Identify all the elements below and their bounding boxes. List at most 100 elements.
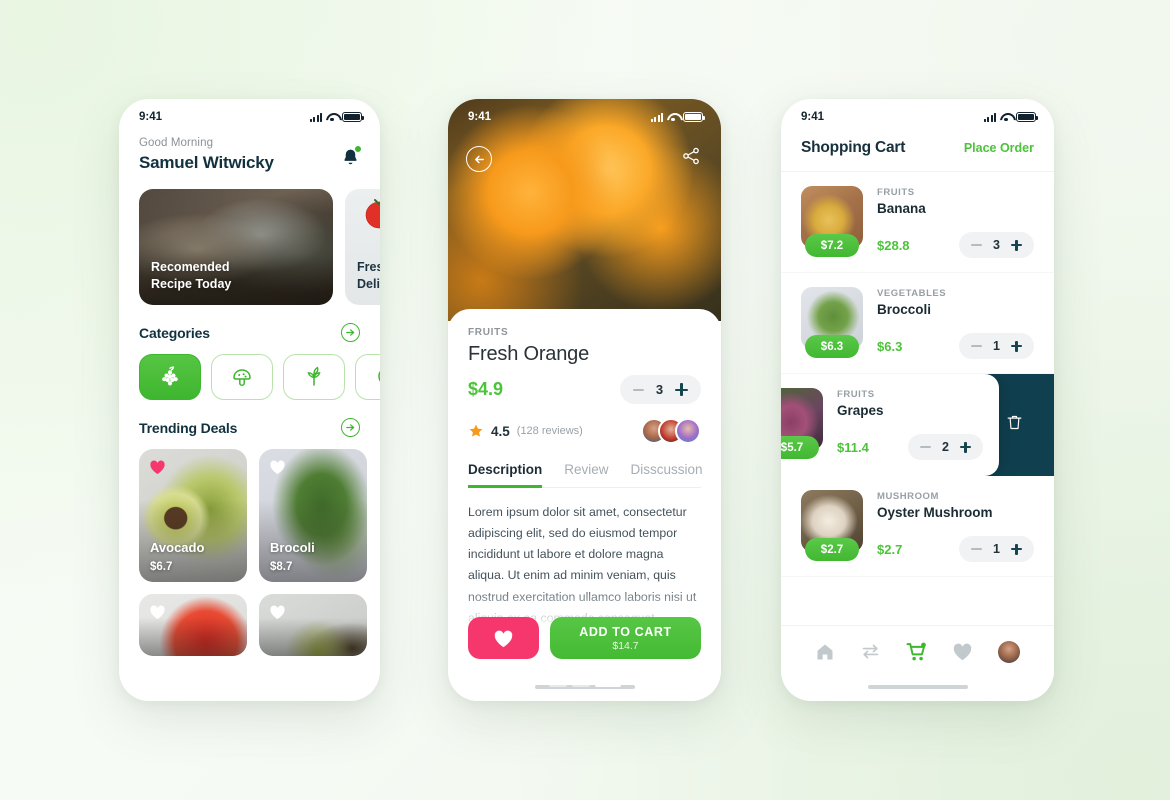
item-name: Broccoli	[877, 302, 932, 317]
quantity-value: 2	[942, 440, 949, 454]
cart-item-row[interactable]: $6.3 VEGETABLES Broccoli $6.3 1	[781, 273, 1054, 374]
deal-card[interactable]	[139, 594, 247, 656]
banner-card-delivery[interactable]: Fresh Delivery	[345, 189, 380, 305]
notification-button[interactable]	[341, 145, 362, 173]
banner-caption: Recomended Recipe Today	[151, 259, 231, 293]
deal-card[interactable]: Avocado $6.7	[139, 449, 247, 582]
deal-card[interactable]	[259, 594, 367, 656]
product-tabs[interactable]: Description Review Disscussion	[468, 462, 703, 488]
favorite-icon[interactable]	[149, 604, 166, 620]
arrow-right-icon	[346, 424, 355, 431]
increment-button[interactable]	[1011, 543, 1022, 555]
item-unit-price: $5.7	[781, 436, 819, 459]
product-price: $4.9	[468, 379, 504, 399]
add-to-cart-button[interactable]: ADD TO CART $14.7	[550, 617, 701, 659]
decrement-button[interactable]	[633, 388, 644, 391]
place-order-button[interactable]: Place Order	[964, 141, 1034, 155]
deals-see-all-button[interactable]	[341, 418, 360, 437]
carousel-dot-active[interactable]	[594, 683, 621, 687]
share-button[interactable]	[681, 146, 701, 171]
home-icon[interactable]	[815, 642, 835, 662]
banner-caption-line2: Recipe Today	[151, 277, 232, 292]
status-time: 9:41	[801, 111, 825, 123]
tab-description[interactable]: Description	[468, 462, 543, 488]
back-button[interactable]	[466, 146, 492, 172]
favorite-button[interactable]	[468, 617, 539, 659]
cart-item-row[interactable]: $7.2 FRUITS Banana $28.8 3	[781, 172, 1054, 273]
tab-review[interactable]: Review	[564, 462, 608, 488]
item-name: Grapes	[837, 403, 884, 418]
mushroom-icon	[233, 369, 251, 387]
add-to-cart-label: ADD TO CART	[579, 624, 672, 639]
status-bar: 9:41	[781, 99, 1054, 129]
quantity-stepper[interactable]: 1	[959, 536, 1034, 562]
cart-item-row[interactable]: $2.7 MUSHROOM Oyster Mushroom $2.7 1	[781, 476, 1054, 577]
status-icons	[983, 112, 1038, 122]
cart-header: Shopping Cart Place Order	[781, 129, 1054, 172]
banner-card-recipe[interactable]: Recomended Recipe Today	[139, 189, 333, 305]
vegetable-icon	[378, 371, 380, 382]
banner-carousel[interactable]: Recomended Recipe Today Fresh Delivery	[119, 173, 380, 305]
rating-row: 4.5 (128 reviews)	[468, 418, 701, 444]
quantity-stepper[interactable]: 2	[908, 434, 983, 460]
item-total-price: $2.7	[877, 541, 903, 557]
banner-caption: Fresh Delivery	[357, 259, 380, 293]
deals-title: Trending Deals	[139, 419, 238, 436]
item-unit-price: $6.3	[805, 335, 859, 358]
delete-item-button[interactable]	[1005, 412, 1024, 438]
quantity-value: 1	[993, 542, 1000, 556]
profile-avatar-icon[interactable]	[997, 640, 1020, 663]
item-total-price: $6.3	[877, 338, 903, 354]
category-item-mushroom[interactable]	[211, 354, 273, 400]
home-header: Good Morning Samuel Witwicky	[119, 129, 380, 173]
decrement-button[interactable]	[920, 446, 931, 448]
decrement-button[interactable]	[971, 548, 982, 550]
item-price-quantity-row: $2.7 1	[877, 536, 1034, 562]
category-item-vegetable[interactable]	[355, 354, 380, 400]
product-title: Fresh Orange	[468, 343, 589, 365]
favorite-icon[interactable]	[149, 459, 166, 475]
cart-item-row-swiped[interactable]: $5.7 FRUITS Grapes $11.4 2	[781, 374, 1054, 476]
quantity-stepper[interactable]: 1	[959, 333, 1034, 359]
item-thumbnail: $2.7	[801, 490, 863, 561]
battery-icon	[683, 112, 705, 122]
quantity-value: 1	[993, 339, 1000, 353]
cart-icon[interactable]	[905, 641, 928, 663]
avatar	[675, 418, 701, 444]
increment-button[interactable]	[1011, 340, 1022, 352]
heart-icon[interactable]	[952, 642, 973, 661]
quantity-stepper[interactable]: 3	[620, 375, 701, 404]
deal-card[interactable]: Brocoli $8.7	[259, 449, 367, 582]
carousel-dot[interactable]	[571, 683, 590, 687]
signal-icon	[650, 112, 663, 122]
deal-price: $6.7	[150, 561, 173, 573]
increment-button[interactable]	[1011, 239, 1022, 251]
favorite-icon[interactable]	[269, 604, 286, 620]
decrement-button[interactable]	[971, 345, 982, 347]
increment-button[interactable]	[675, 383, 688, 396]
increment-button[interactable]	[960, 441, 971, 453]
bottom-navigation[interactable]	[781, 625, 1054, 677]
tab-disscussion[interactable]: Disscussion	[631, 462, 703, 488]
categories-see-all-button[interactable]	[341, 323, 360, 342]
carousel-dot[interactable]	[548, 683, 567, 687]
item-info: FRUITS Banana $28.8 3	[877, 186, 1034, 258]
category-item-grapes[interactable]	[139, 354, 201, 400]
carousel-indicators[interactable]	[548, 683, 621, 687]
deal-price: $8.7	[270, 561, 293, 573]
leaf-icon	[307, 366, 321, 386]
favorite-icon[interactable]	[269, 459, 286, 475]
deal-name: Brocoli	[270, 540, 315, 555]
reviewer-avatars[interactable]	[641, 418, 701, 444]
decrement-button[interactable]	[971, 244, 982, 246]
swiped-item-card[interactable]: $5.7 FRUITS Grapes $11.4 2	[781, 374, 999, 476]
notification-badge	[354, 145, 362, 153]
category-list[interactable]	[119, 342, 380, 400]
quantity-stepper[interactable]: 3	[959, 232, 1034, 258]
wifi-icon	[326, 113, 338, 122]
deal-name: Avocado	[150, 540, 205, 555]
banner-caption-line2: Delivery	[357, 277, 380, 292]
transfer-icon[interactable]	[860, 641, 881, 662]
category-item-leaf[interactable]	[283, 354, 345, 400]
status-icons	[309, 112, 364, 122]
